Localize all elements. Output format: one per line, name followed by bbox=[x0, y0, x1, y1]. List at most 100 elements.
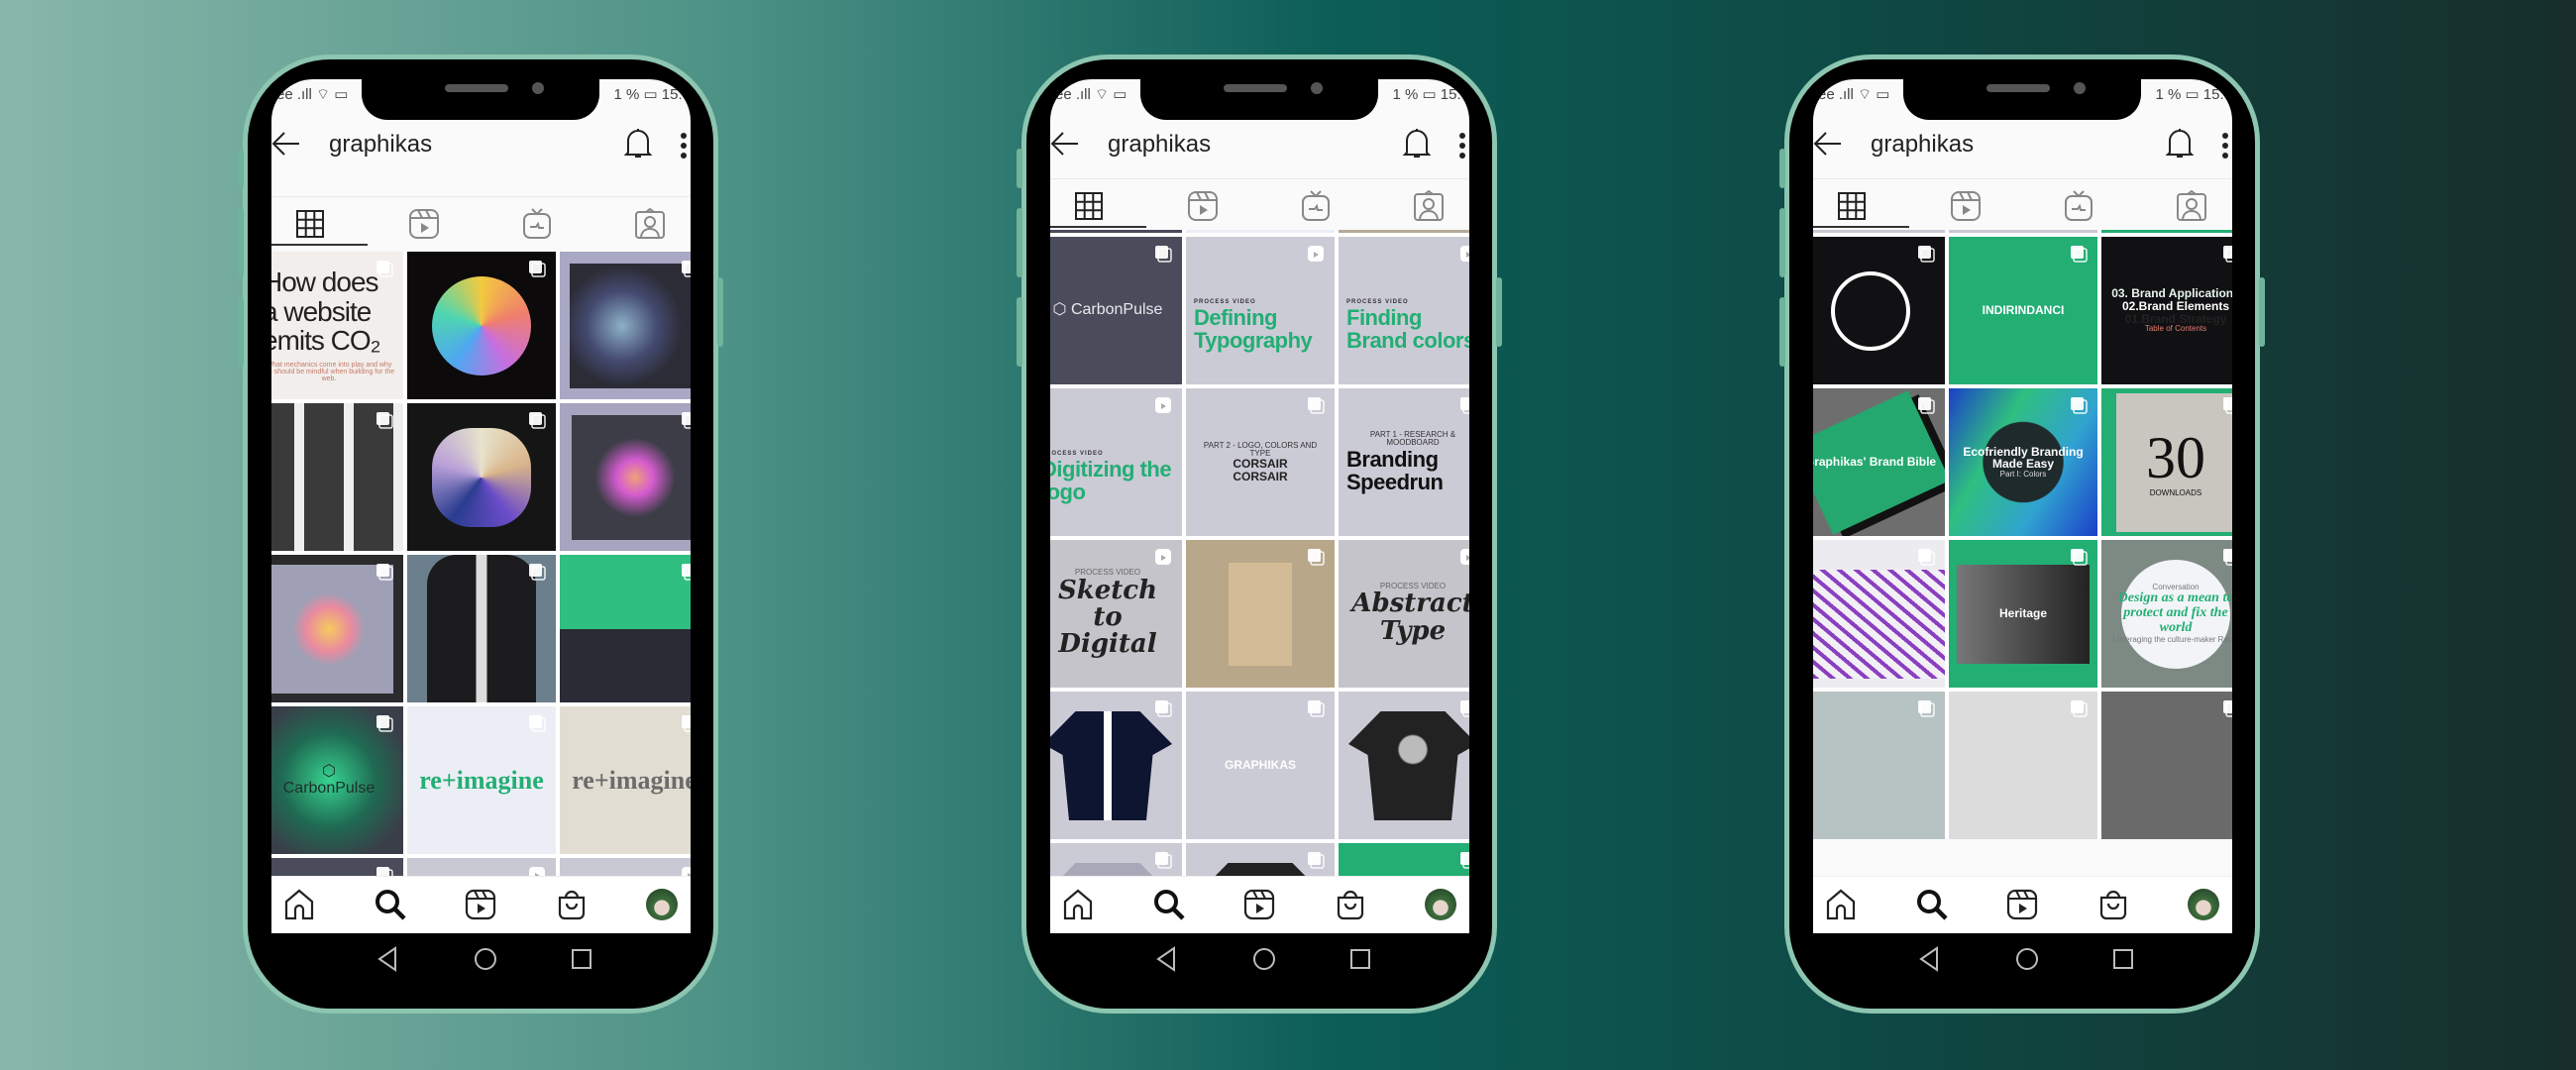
profile-avatar[interactable] bbox=[2188, 889, 2219, 920]
post-tile[interactable] bbox=[1813, 692, 1945, 839]
search-icon[interactable] bbox=[1916, 889, 1948, 920]
post-tile[interactable]: PROCESS VIDEO Finding Brand colors bbox=[1339, 237, 1469, 384]
post-tile[interactable]: PART 2 - LOGO, COLORS AND TYPE CORSAIR COR… bbox=[1186, 388, 1335, 536]
post-tile[interactable] bbox=[407, 252, 556, 399]
post-tile[interactable] bbox=[1186, 540, 1335, 688]
posts-grid[interactable]: ⬡ CarbonPulse PROCESS VIDEO Defining Typog… bbox=[1050, 230, 1469, 876]
home-icon[interactable] bbox=[1825, 889, 1857, 920]
shop-icon[interactable] bbox=[556, 889, 588, 920]
home-icon[interactable] bbox=[283, 889, 315, 920]
post-tile[interactable]: PROCESS VIDEO Defining Typography bbox=[1186, 237, 1335, 384]
back-icon[interactable] bbox=[374, 944, 403, 974]
post-tile[interactable] bbox=[560, 858, 691, 876]
post-tile[interactable] bbox=[1186, 843, 1335, 876]
post-tile[interactable]: 03. Brand Applications 02.Brand Elements 0… bbox=[2101, 237, 2232, 384]
post-tile[interactable] bbox=[407, 555, 556, 702]
post-tile[interactable]: INDIRINDANCI bbox=[1949, 237, 2097, 384]
phone-mockup: ree .ıll ⌔ ▭ 1 % ▭ 15:0 graphikas How doe… bbox=[238, 54, 723, 1014]
reels-icon[interactable] bbox=[465, 889, 496, 920]
home-circle-icon[interactable] bbox=[1249, 944, 1279, 974]
post-tile[interactable] bbox=[1339, 230, 1469, 233]
search-icon[interactable] bbox=[375, 889, 406, 920]
post-tile[interactable] bbox=[560, 403, 691, 551]
post-tile[interactable] bbox=[1813, 540, 1945, 688]
more-vertical-icon[interactable] bbox=[2221, 133, 2229, 163]
post-tile[interactable]: re+imagine bbox=[407, 706, 556, 854]
post-tile[interactable]: PROCESS VIDEO Sketch to Digital bbox=[1050, 540, 1182, 688]
reels-icon[interactable] bbox=[1243, 889, 1275, 920]
tab-igtv[interactable] bbox=[520, 207, 554, 241]
carousel-badge-icon bbox=[2070, 548, 2088, 566]
post-tile[interactable]: How does a website emits CO₂ What mechani… bbox=[271, 252, 403, 399]
more-vertical-icon[interactable] bbox=[680, 133, 688, 163]
post-tile[interactable]: ⬡ CarbonPulse bbox=[1050, 237, 1182, 384]
profile-tabs bbox=[1050, 178, 1469, 228]
search-icon[interactable] bbox=[1153, 889, 1185, 920]
shop-icon[interactable] bbox=[1335, 889, 1366, 920]
profile-avatar[interactable] bbox=[1425, 889, 1456, 920]
bell-icon[interactable] bbox=[1402, 127, 1432, 165]
tab-grid[interactable] bbox=[1835, 189, 1869, 223]
post-tile[interactable]: PROCESS VIDEO Abstract Type bbox=[1339, 540, 1469, 688]
post-tile[interactable] bbox=[1339, 843, 1469, 876]
tab-reels[interactable] bbox=[407, 207, 441, 241]
home-circle-icon[interactable] bbox=[2012, 944, 2042, 974]
post-tile[interactable] bbox=[407, 403, 556, 551]
arrow-left-icon[interactable] bbox=[1050, 131, 1080, 161]
post-tile[interactable] bbox=[560, 555, 691, 702]
post-tile[interactable]: 30 DOWNLOADS bbox=[2101, 388, 2232, 536]
post-tile[interactable] bbox=[1813, 230, 1945, 233]
tab-tagged[interactable] bbox=[633, 207, 667, 241]
post-tile[interactable] bbox=[1050, 230, 1182, 233]
post-tile[interactable] bbox=[271, 555, 403, 702]
bell-icon[interactable] bbox=[623, 127, 653, 165]
post-tile[interactable] bbox=[1339, 692, 1469, 839]
post-tile[interactable]: Conversation Design as a mean to protect … bbox=[2101, 540, 2232, 688]
recents-icon[interactable] bbox=[2108, 944, 2138, 974]
tab-reels[interactable] bbox=[1949, 189, 1983, 223]
recents-icon[interactable] bbox=[567, 944, 596, 974]
back-icon[interactable] bbox=[1915, 944, 1945, 974]
post-tile[interactable] bbox=[407, 858, 556, 876]
tab-igtv[interactable] bbox=[2062, 189, 2095, 223]
recents-icon[interactable] bbox=[1345, 944, 1375, 974]
back-icon[interactable] bbox=[1152, 944, 1182, 974]
post-tile[interactable]: re+imagine bbox=[560, 706, 691, 854]
post-tile[interactable]: PROCESS VIDEODigitizing the logo bbox=[1050, 388, 1182, 536]
post-tile[interactable] bbox=[2101, 230, 2232, 233]
tab-grid[interactable] bbox=[1072, 189, 1106, 223]
tab-tagged[interactable] bbox=[1412, 189, 1446, 223]
post-tile[interactable] bbox=[1949, 692, 2097, 839]
arrow-left-icon[interactable] bbox=[271, 131, 301, 161]
bell-icon[interactable] bbox=[2165, 127, 2195, 165]
post-tile[interactable] bbox=[271, 858, 403, 876]
posts-grid[interactable]: How does a website emits CO₂ What mechani… bbox=[271, 248, 691, 876]
post-tile[interactable]: PART 1 - RESEARCH & MOODBOARD Branding Sp… bbox=[1339, 388, 1469, 536]
post-tile[interactable] bbox=[271, 403, 403, 551]
post-tile[interactable] bbox=[1813, 237, 1945, 384]
arrow-left-icon[interactable] bbox=[1813, 131, 1843, 161]
post-tile[interactable] bbox=[1949, 230, 2097, 233]
tab-grid[interactable] bbox=[293, 207, 327, 241]
shop-icon[interactable] bbox=[2097, 889, 2129, 920]
post-tile[interactable]: GRAPHIKAS bbox=[1186, 692, 1335, 839]
post-tile[interactable] bbox=[2101, 692, 2232, 839]
post-tile[interactable] bbox=[1186, 230, 1335, 233]
home-icon[interactable] bbox=[1062, 889, 1094, 920]
post-tile[interactable]: Graphikas' Brand Bible bbox=[1813, 388, 1945, 536]
tab-reels[interactable] bbox=[1186, 189, 1220, 223]
post-tile[interactable]: Ecofriendly Branding Made Easy Part I: Co… bbox=[1949, 388, 2097, 536]
more-vertical-icon[interactable] bbox=[1458, 133, 1466, 163]
home-circle-icon[interactable] bbox=[471, 944, 500, 974]
post-tile[interactable] bbox=[1050, 692, 1182, 839]
reels-icon[interactable] bbox=[2006, 889, 2038, 920]
post-tile[interactable] bbox=[560, 252, 691, 399]
post-tile[interactable] bbox=[1050, 843, 1182, 876]
tab-tagged[interactable] bbox=[2175, 189, 2208, 223]
carousel-badge-icon bbox=[528, 260, 546, 277]
tab-igtv[interactable] bbox=[1299, 189, 1333, 223]
post-tile[interactable]: Heritage bbox=[1949, 540, 2097, 688]
post-tile[interactable]: ⬡ CarbonPulse bbox=[271, 706, 403, 854]
posts-grid[interactable]: INDIRINDANCI 03. Brand Applications 02.Bra… bbox=[1813, 230, 2232, 876]
profile-avatar[interactable] bbox=[646, 889, 678, 920]
